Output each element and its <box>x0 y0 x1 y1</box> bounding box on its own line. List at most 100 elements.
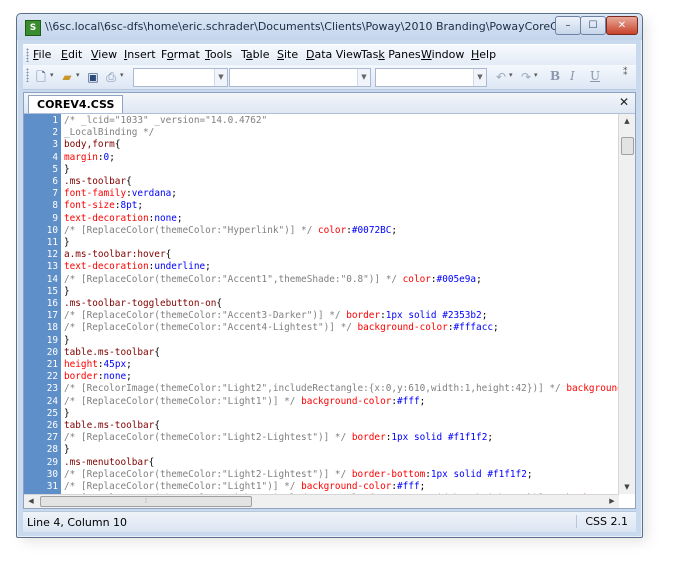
code-text: text-decoration:none; <box>64 212 183 224</box>
line-number: 24 <box>46 395 58 407</box>
code-line[interactable]: 15} <box>24 286 620 298</box>
menu-item-site[interactable]: Site <box>277 48 298 61</box>
redo-icon[interactable]: ↷ <box>518 69 534 85</box>
menu-item-view[interactable]: View <box>91 48 117 61</box>
code-line[interactable]: 22 border:none; <box>24 371 620 383</box>
code-line[interactable]: 12 a.ms-toolbar:hover{ <box>24 249 620 261</box>
horizontal-scroll-thumb[interactable]: ⦙ <box>40 496 252 507</box>
vertical-scrollbar[interactable]: ▲ ▼ <box>618 114 635 494</box>
scroll-left-arrow-icon[interactable]: ◀ <box>24 495 38 508</box>
italic-button[interactable]: I <box>570 69 575 83</box>
style-combo[interactable]: ▼ <box>133 68 228 87</box>
code-editor[interactable]: 1 /* _lcid="1033" _version="14.0.4762" 2 _L… <box>24 114 620 494</box>
code-line[interactable]: 25} <box>24 408 620 420</box>
menu-grip-handle[interactable] <box>26 48 29 62</box>
preview-icon[interactable]: ⎙ <box>103 69 119 85</box>
undo-dropdown-arrow[interactable]: ▾ <box>509 71 513 79</box>
code-line[interactable]: 19} <box>24 335 620 347</box>
line-number: 28 <box>46 444 58 456</box>
code-line[interactable]: 16 .ms-toolbar-togglebutton-on{ <box>24 298 620 310</box>
new-page-icon[interactable]: 🗋 <box>33 69 49 85</box>
code-text: } <box>64 334 70 346</box>
open-dropdown-arrow[interactable]: ▾ <box>76 71 80 79</box>
code-line[interactable]: 4 margin:0; <box>24 152 620 164</box>
code-line[interactable]: 23 /* [RecolorImage(themeColor:"Light2",i… <box>24 383 620 395</box>
underline-button[interactable]: U <box>590 69 600 83</box>
code-line[interactable]: 31 /* [ReplaceColor(themeColor:"Light1")]… <box>24 481 620 493</box>
preview-dropdown-arrow[interactable]: ▾ <box>120 71 124 79</box>
menu-item-help[interactable]: Help <box>471 48 496 61</box>
code-text: text-decoration:underline; <box>64 261 211 273</box>
maximize-button[interactable]: ☐ <box>580 16 606 35</box>
code-line[interactable]: 27 /* [ReplaceColor(themeColor:"Light2-Li… <box>24 432 620 444</box>
line-number: 7 <box>52 188 58 200</box>
line-number: 21 <box>46 359 58 370</box>
line-number: 26 <box>46 420 58 431</box>
menu-item-task-panes[interactable]: Task Panes <box>361 48 421 61</box>
code-line[interactable]: 8 font-size:8pt; <box>24 200 620 212</box>
close-window-button[interactable]: ✕ <box>606 16 638 35</box>
code-line[interactable]: 24 /* [ReplaceColor(themeColor:"Light1")]… <box>24 396 620 408</box>
font-combo[interactable]: ▼ <box>229 68 371 87</box>
menu-item-data-view[interactable]: Data View <box>306 48 362 61</box>
code-line[interactable]: 21 height:45px; <box>24 359 620 371</box>
code-line[interactable]: 7 font-family:verdana; <box>24 188 620 200</box>
code-line[interactable]: 30 /* [ReplaceColor(themeColor:"Light2-Li… <box>24 469 620 481</box>
title-bar[interactable]: S \\6sc.local\6sc-dfs\home\eric.schrader… <box>17 14 642 40</box>
scroll-right-arrow-icon[interactable]: ▶ <box>605 495 619 508</box>
code-line[interactable]: 13 text-decoration:underline; <box>24 261 620 273</box>
code-line[interactable]: 3 body,form{ <box>24 139 620 151</box>
undo-icon[interactable]: ↶ <box>493 69 509 85</box>
menu-item-file[interactable]: File <box>33 48 51 61</box>
line-number: 11 <box>46 237 58 248</box>
code-line[interactable]: 10 /* [ReplaceColor(themeColor:"Hyperlink… <box>24 225 620 237</box>
line-number: 10 <box>46 224 58 236</box>
code-line[interactable]: 26 table.ms-toolbar{ <box>24 420 620 432</box>
code-text: font-size:8pt; <box>64 200 144 212</box>
save-icon[interactable]: ▣ <box>85 69 101 85</box>
toolbar-grip-handle[interactable] <box>26 68 29 82</box>
code-text: table.ms-toolbar{ <box>64 420 160 431</box>
code-line[interactable]: 1 /* _lcid="1033" _version="14.0.4762" <box>24 115 620 127</box>
line-number: 19 <box>46 334 58 346</box>
menu-item-table[interactable]: Table <box>241 48 269 61</box>
toolbar-overflow-icon[interactable]: ⁑ <box>623 68 628 78</box>
code-line[interactable]: 11} <box>24 237 620 249</box>
menu-item-format[interactable]: Format <box>161 48 200 61</box>
bold-button[interactable]: B <box>550 69 560 83</box>
open-folder-icon[interactable]: ▰ <box>59 69 75 85</box>
code-line[interactable]: 18 /* [ReplaceColor(themeColor:"Accent4-L… <box>24 322 620 334</box>
size-combo[interactable]: ▼ <box>375 68 487 87</box>
redo-dropdown-arrow[interactable]: ▾ <box>534 71 538 79</box>
code-line[interactable]: 28} <box>24 444 620 456</box>
code-text: /* [ReplaceColor(themeColor:"Light2-Ligh… <box>64 432 493 444</box>
document-area: COREV4.CSS ✕ 1 /* _lcid="1033" _version="… <box>23 92 636 509</box>
code-line[interactable]: 6 .ms-toolbar{ <box>24 176 620 188</box>
scroll-up-arrow-icon[interactable]: ▲ <box>619 114 635 128</box>
menu-item-edit[interactable]: Edit <box>61 48 82 61</box>
code-line[interactable]: 9 text-decoration:none; <box>24 213 620 225</box>
chevron-down-icon[interactable]: ▼ <box>357 69 370 86</box>
code-line[interactable]: 29 .ms-menutoolbar{ <box>24 457 620 469</box>
code-line[interactable]: 2 _LocalBinding */ <box>24 127 620 139</box>
chevron-down-icon[interactable]: ▼ <box>473 69 486 86</box>
code-line[interactable]: 5} <box>24 164 620 176</box>
new-dropdown-arrow[interactable]: ▾ <box>50 71 54 79</box>
chevron-down-icon[interactable]: ▼ <box>214 69 227 86</box>
close-tab-icon[interactable]: ✕ <box>619 95 629 109</box>
code-line[interactable]: 17 /* [ReplaceColor(themeColor:"Accent3-D… <box>24 310 620 322</box>
menu-item-window[interactable]: Window <box>421 48 464 61</box>
minimize-button[interactable]: – <box>555 16 581 35</box>
horizontal-scrollbar[interactable]: ◀ ⦙ ▶ <box>24 494 619 508</box>
code-text: } <box>64 407 70 419</box>
code-line[interactable]: 14 /* [ReplaceColor(themeColor:"Accent1",… <box>24 274 620 286</box>
code-line[interactable]: 20 table.ms-toolbar{ <box>24 347 620 359</box>
line-number: 12 <box>46 249 58 261</box>
menu-item-insert[interactable]: Insert <box>124 48 156 61</box>
line-number: 1 <box>52 115 58 126</box>
vertical-scroll-thumb[interactable] <box>621 137 634 155</box>
menu-item-tools[interactable]: Tools <box>205 48 232 61</box>
tab-corev4-css[interactable]: COREV4.CSS <box>28 95 124 113</box>
css-level-indicator[interactable]: CSS 2.1 <box>576 515 628 528</box>
scroll-down-arrow-icon[interactable]: ▼ <box>619 480 635 494</box>
